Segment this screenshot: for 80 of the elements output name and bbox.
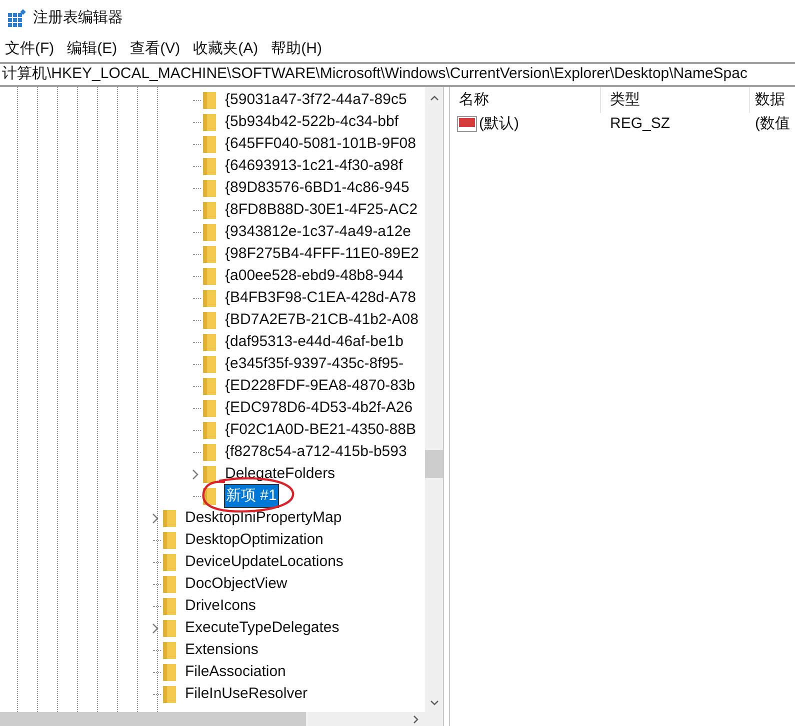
folder-icon bbox=[203, 400, 216, 416]
tree-item[interactable]: {59031a47-3f72-44a7-89c5 bbox=[225, 88, 407, 112]
folder-icon bbox=[203, 180, 216, 196]
folder-icon bbox=[203, 466, 216, 482]
scroll-up-icon[interactable] bbox=[430, 95, 438, 101]
scroll-right-icon[interactable] bbox=[413, 714, 419, 724]
tree-item[interactable]: {8FD8B88D-30E1-4F25-AC2 bbox=[225, 198, 418, 222]
registry-icon bbox=[8, 8, 27, 28]
folder-icon bbox=[203, 114, 216, 130]
tree-item[interactable]: {645FF040-5081-101B-9F08 bbox=[225, 132, 416, 156]
expand-icon[interactable] bbox=[152, 622, 158, 634]
folder-icon bbox=[203, 92, 216, 108]
folder-icon bbox=[163, 510, 176, 526]
scrollbar-thumb[interactable] bbox=[425, 450, 443, 478]
tree-item[interactable]: 新项 #1 bbox=[225, 484, 278, 508]
folder-icon bbox=[203, 202, 216, 218]
scrollbar-thumb[interactable] bbox=[0, 712, 306, 726]
column-header[interactable]: 类型 bbox=[610, 88, 640, 112]
folder-icon bbox=[163, 598, 176, 614]
tree-item[interactable]: DriveIcons bbox=[185, 594, 256, 618]
folder-icon bbox=[203, 334, 216, 350]
tree-item[interactable]: Extensions bbox=[185, 638, 258, 662]
menu-item[interactable]: 编辑(E) bbox=[67, 38, 118, 60]
folder-icon bbox=[203, 224, 216, 240]
folder-icon bbox=[203, 158, 216, 174]
value-type: REG_SZ bbox=[609, 114, 672, 134]
tree-item[interactable]: {f8278c54-a712-415b-b593 bbox=[225, 440, 407, 464]
string-value-icon bbox=[457, 116, 477, 132]
horizontal-scrollbar[interactable] bbox=[0, 712, 443, 726]
tree-item[interactable]: {89D83576-6BD1-4c86-945 bbox=[225, 176, 410, 200]
tree-item[interactable]: {a00ee528-ebd9-48b8-944 bbox=[225, 264, 404, 288]
folder-icon bbox=[163, 686, 176, 702]
folder-icon bbox=[203, 290, 216, 306]
tree-item[interactable]: DesktopOptimization bbox=[185, 528, 324, 552]
folder-icon bbox=[163, 664, 176, 680]
folder-icon bbox=[163, 576, 176, 592]
expand-icon[interactable] bbox=[152, 512, 158, 524]
tree-item[interactable]: {64693913-1c21-4f30-a98f bbox=[225, 154, 403, 178]
folder-icon bbox=[203, 378, 216, 394]
tree-item[interactable]: DocObjectView bbox=[185, 572, 288, 596]
folder-icon bbox=[163, 620, 176, 636]
expand-icon[interactable] bbox=[192, 468, 198, 480]
folder-icon bbox=[203, 246, 216, 262]
value-name: (默认) bbox=[479, 114, 519, 134]
folder-icon bbox=[203, 356, 216, 372]
tree-item[interactable]: {EDC978D6-4D53-4b2f-A26 bbox=[225, 396, 413, 420]
menu-item[interactable]: 帮助(H) bbox=[271, 38, 322, 60]
tree-item[interactable]: DeviceUpdateLocations bbox=[185, 550, 344, 574]
menu-item[interactable]: 查看(V) bbox=[130, 38, 180, 60]
scroll-down-icon[interactable] bbox=[430, 700, 438, 706]
tree-item[interactable]: {B4FB3F98-C1EA-428d-A78 bbox=[225, 286, 416, 310]
folder-icon bbox=[203, 268, 216, 284]
tree-item[interactable]: {9343812e-1c37-4a49-a12e bbox=[225, 220, 411, 244]
tree-item[interactable]: {5b934b42-522b-4c34-bbf bbox=[225, 110, 398, 134]
column-header[interactable]: 名称 bbox=[459, 88, 489, 112]
tree-item[interactable]: FileAssociation bbox=[185, 660, 286, 684]
tree-item[interactable]: {BD7A2E7B-21CB-41b2-A08 bbox=[225, 308, 418, 332]
address-field[interactable]: 计算机\HKEY_LOCAL_MACHINE\SOFTWARE\Microsoft\Windows\CurrentVersion\Explorer\Desktop\NameSpac bbox=[0, 64, 748, 85]
window-title: 注册表编辑器 bbox=[33, 8, 123, 28]
tree-item[interactable]: {98F275B4-4FFF-11E0-89E2 bbox=[225, 242, 419, 266]
folder-icon bbox=[203, 422, 216, 438]
tree-item[interactable]: {F02C1A0D-BE21-4350-88B bbox=[225, 418, 416, 442]
tree-item[interactable]: DelegateFolders bbox=[225, 462, 336, 486]
folder-icon bbox=[163, 642, 176, 658]
tree-item[interactable]: {daf95313-e44d-46af-be1b bbox=[225, 330, 404, 354]
tree-item[interactable]: {e345f35f-9397-435c-8f95- bbox=[225, 352, 404, 376]
menu-item[interactable]: 文件(F) bbox=[5, 38, 54, 60]
tree-item[interactable]: FileInUseResolver bbox=[185, 682, 308, 706]
folder-icon bbox=[163, 554, 176, 570]
tree-item[interactable]: {ED228FDF-9EA8-4870-83b bbox=[225, 374, 416, 398]
tree-item[interactable]: DesktopIniPropertyMap bbox=[185, 506, 342, 530]
menu-item[interactable]: 收藏夹(A) bbox=[193, 38, 258, 60]
vertical-scrollbar[interactable] bbox=[425, 87, 443, 712]
value-data: (数值 bbox=[755, 114, 790, 134]
folder-icon bbox=[163, 532, 176, 548]
folder-icon bbox=[203, 444, 216, 460]
folder-icon bbox=[203, 136, 216, 152]
tree-item[interactable]: ExecuteTypeDelegates bbox=[185, 616, 340, 640]
column-header[interactable]: 数据 bbox=[755, 88, 785, 112]
folder-icon bbox=[203, 312, 216, 328]
